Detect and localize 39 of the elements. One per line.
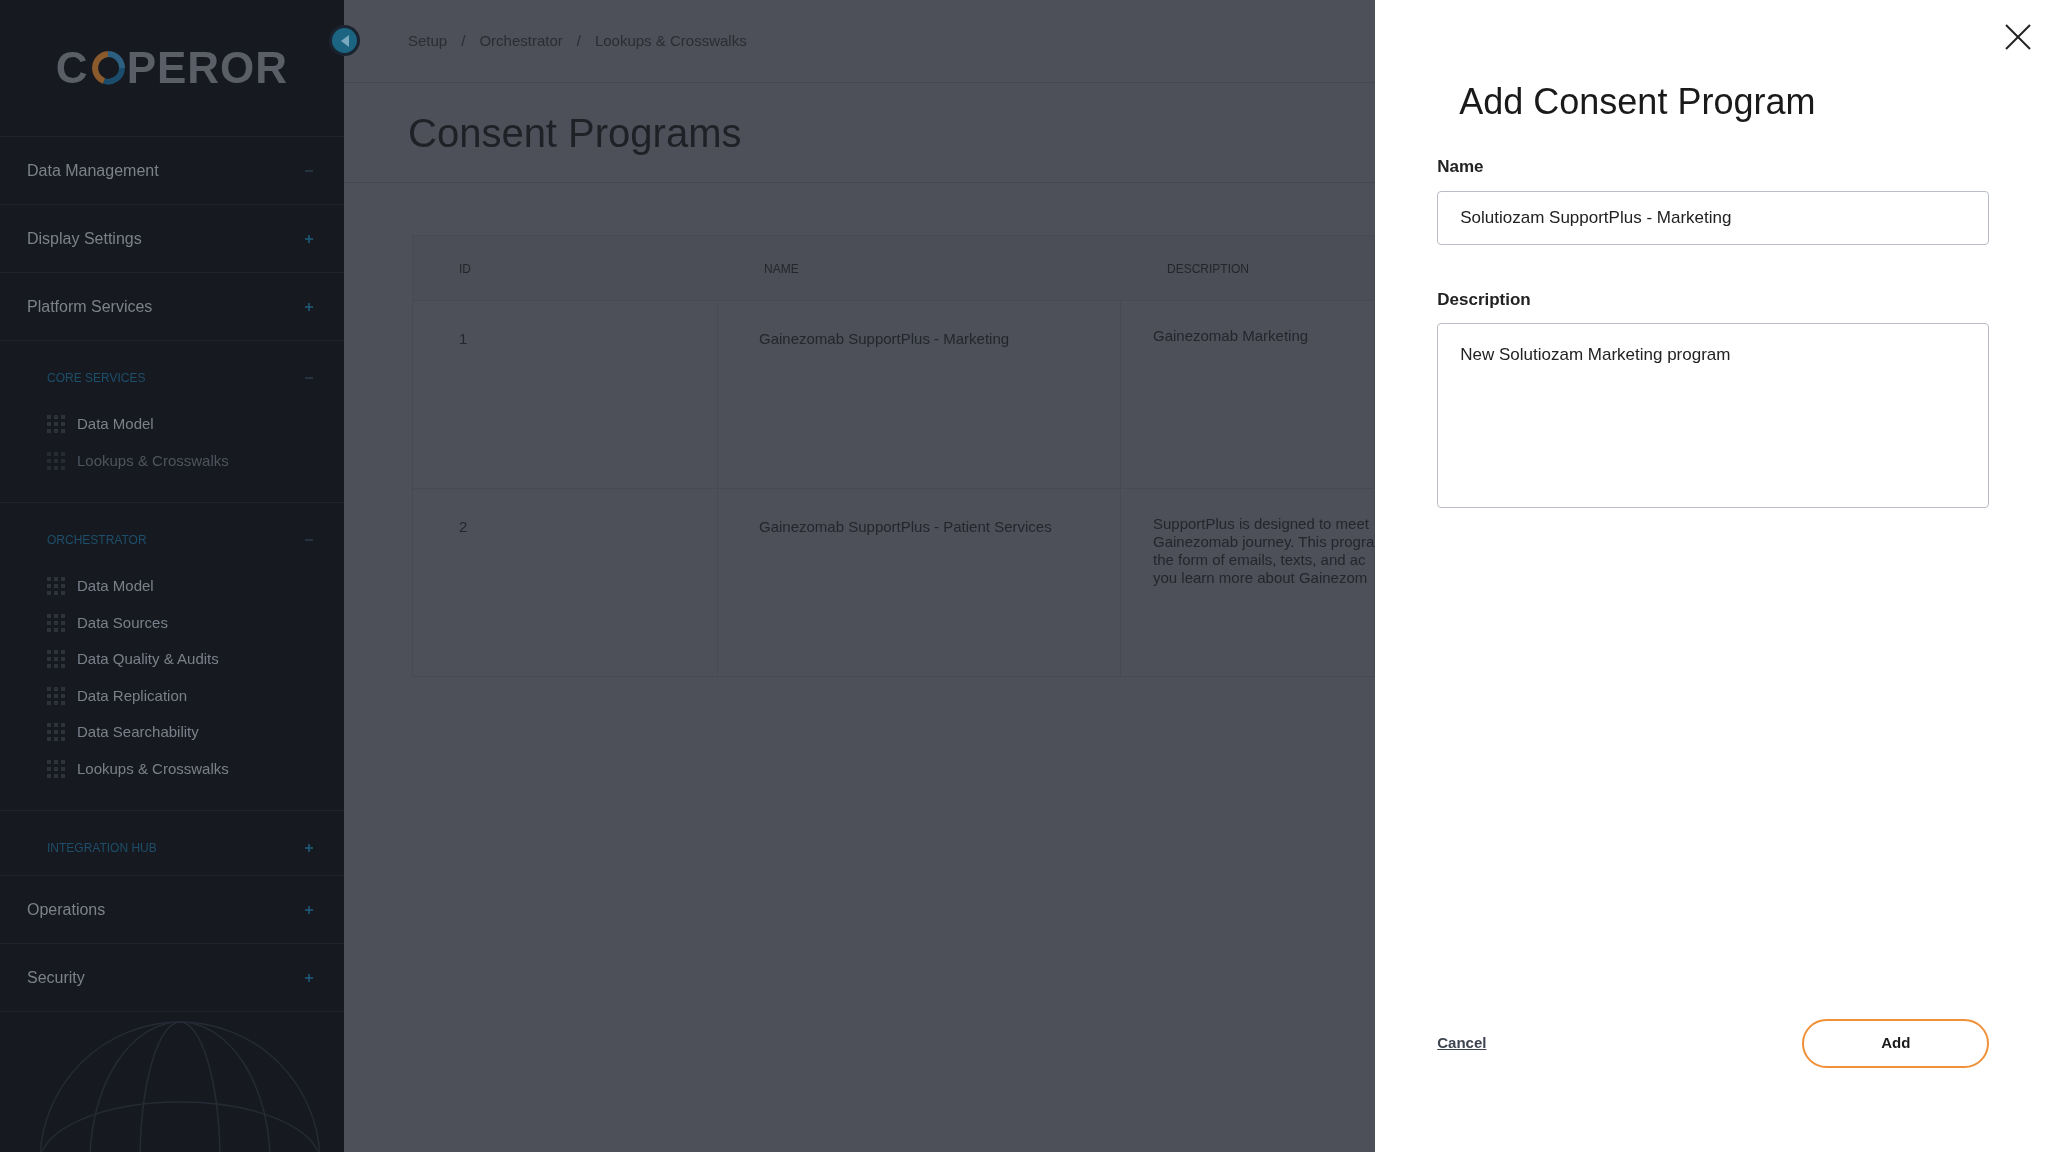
close-button[interactable] bbox=[2003, 22, 2034, 52]
grid-icon bbox=[47, 650, 65, 669]
nav-section[interactable]: Platform Services bbox=[27, 294, 153, 319]
drawer-title: Add Consent Program bbox=[1458, 80, 1817, 124]
grid-icon bbox=[47, 415, 65, 434]
nav-item[interactable]: Lookups & Crosswalks bbox=[77, 757, 229, 780]
nav-item[interactable]: Data Model bbox=[77, 413, 154, 436]
plus-icon[interactable] bbox=[304, 972, 314, 983]
name-field[interactable]: Solutiozam SupportPlus - Marketing bbox=[1437, 190, 1990, 245]
plus-icon[interactable] bbox=[304, 904, 314, 915]
field-label: Name bbox=[1437, 156, 1485, 178]
nav-item[interactable]: Data Sources bbox=[77, 611, 168, 634]
cancel-link[interactable]: Cancel bbox=[1437, 1032, 1487, 1055]
plus-icon[interactable] bbox=[304, 233, 314, 244]
grid-icon bbox=[47, 613, 65, 632]
nav-section[interactable]: Security bbox=[27, 965, 85, 990]
caret-left-icon bbox=[339, 34, 350, 47]
description-field[interactable]: New Solutiozam Marketing program bbox=[1437, 323, 1990, 508]
plus-icon[interactable] bbox=[304, 301, 314, 312]
grid-icon bbox=[47, 723, 65, 742]
nav-section[interactable]: Data Management bbox=[27, 158, 159, 183]
field-label: Description bbox=[1437, 288, 1532, 311]
nav-item[interactable]: Data Searchability bbox=[77, 721, 199, 744]
add-button[interactable]: Add bbox=[1802, 1019, 1990, 1068]
nav-section[interactable]: Display Settings bbox=[27, 226, 142, 251]
nav-item[interactable]: Data Model bbox=[77, 575, 154, 598]
close-icon bbox=[2005, 24, 2032, 50]
nav-item[interactable]: Data Replication bbox=[77, 684, 188, 707]
grid-icon bbox=[47, 577, 65, 596]
grid-icon bbox=[47, 759, 65, 778]
ring-icon bbox=[89, 50, 126, 86]
nav-section[interactable]: Operations bbox=[27, 897, 106, 922]
collapse-sidebar-button[interactable] bbox=[329, 25, 360, 56]
breadcrumb-separator: / bbox=[576, 30, 581, 51]
grid-icon bbox=[47, 686, 65, 705]
breadcrumb-separator: / bbox=[461, 30, 466, 51]
plus-icon[interactable] bbox=[304, 843, 314, 853]
nav-item[interactable]: Data Quality & Audits bbox=[77, 648, 219, 671]
logo: C PEROR bbox=[55, 42, 289, 94]
